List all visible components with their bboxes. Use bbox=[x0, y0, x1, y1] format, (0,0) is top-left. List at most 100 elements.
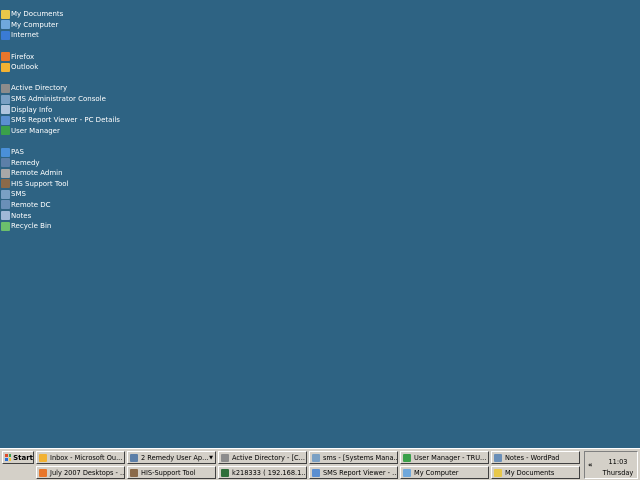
pas-icon bbox=[1, 147, 10, 157]
taskbar-button[interactable]: 2 Remedy User Ap... ▼ bbox=[127, 451, 216, 464]
desktop-icon-list: My Documents My Computer Internet Firefox Ou… bbox=[0, 9, 200, 231]
desktop-shortcut-label: SMS bbox=[11, 190, 26, 199]
my-documents-icon bbox=[494, 468, 502, 477]
group-dropdown-arrow-icon: ▼ bbox=[209, 454, 213, 461]
taskbar-button[interactable]: My Documents bbox=[491, 466, 580, 479]
desktop-shortcut[interactable]: Notes bbox=[0, 210, 200, 221]
desktop-shortcut[interactable]: Outlook bbox=[0, 62, 200, 73]
remedy-icon bbox=[1, 158, 10, 168]
desktop-shortcut-label: Internet bbox=[11, 31, 39, 40]
taskbar-button[interactable]: Inbox - Microsoft Ou... bbox=[36, 451, 125, 464]
desktop-shortcut[interactable]: PAS bbox=[0, 147, 200, 158]
desktop-shortcut[interactable]: Firefox bbox=[0, 51, 200, 62]
notes-icon bbox=[1, 211, 10, 221]
desktop-shortcut[interactable]: SMS Report Viewer - PC Details bbox=[0, 115, 200, 126]
desktop-shortcut-label: Remote Admin bbox=[11, 169, 63, 178]
desktop-shortcut[interactable]: Display Info bbox=[0, 104, 200, 115]
display-info-icon bbox=[1, 105, 10, 115]
desktop-shortcut[interactable]: My Computer bbox=[0, 20, 200, 31]
clock-time[interactable]: 11:03 bbox=[599, 458, 637, 466]
desktop-shortcut-label: Notes bbox=[11, 211, 32, 220]
desktop-shortcut[interactable]: Internet bbox=[0, 30, 200, 41]
desktop-shortcut-label: SMS Administrator Console bbox=[11, 95, 106, 104]
taskbar-button-label: 2 Remedy User Ap... bbox=[141, 453, 209, 462]
windows-logo-icon bbox=[5, 454, 12, 461]
user-manager-icon bbox=[403, 453, 411, 462]
remote-dc-icon bbox=[1, 200, 10, 210]
taskbar-button[interactable]: k218333 ( 192.168.1.... bbox=[218, 466, 307, 479]
user-manager-icon bbox=[1, 126, 10, 136]
system-tray: « 11:03 Thursday bbox=[584, 451, 638, 479]
taskbar-button[interactable]: My Computer bbox=[400, 466, 489, 479]
desktop-shortcut-label: HIS Support Tool bbox=[11, 179, 69, 188]
desktop-shortcut-label: Firefox bbox=[11, 52, 35, 61]
taskbar-button-label: sms - [Systems Mana... bbox=[323, 453, 398, 462]
taskbar-button[interactable]: sms - [Systems Mana... bbox=[309, 451, 398, 464]
taskbar-button[interactable]: SMS Report Viewer - ... bbox=[309, 466, 398, 479]
desktop-shortcut-label: Outlook bbox=[11, 63, 39, 72]
remedy-icon bbox=[130, 453, 138, 462]
outlook-icon bbox=[1, 62, 10, 72]
desktop-shortcut-label: Display Info bbox=[11, 105, 53, 114]
desktop-shortcut-label: SMS Report Viewer - PC Details bbox=[11, 116, 120, 125]
sms-console-icon bbox=[312, 453, 320, 462]
internet-explorer-icon bbox=[1, 30, 10, 40]
active-directory-icon bbox=[221, 453, 229, 462]
icon-spacer bbox=[0, 136, 200, 147]
sms-icon bbox=[1, 189, 10, 199]
icon-spacer bbox=[0, 41, 200, 52]
taskbar-button[interactable]: Active Directory - [C... bbox=[218, 451, 307, 464]
desktop-shortcut[interactable]: SMS bbox=[0, 189, 200, 200]
desktop-shortcut[interactable]: Remote Admin bbox=[0, 168, 200, 179]
desktop-shortcut[interactable]: Active Directory bbox=[0, 83, 200, 94]
taskbar-button-label: Notes - WordPad bbox=[505, 453, 560, 462]
remote-admin-icon bbox=[1, 168, 10, 178]
desktop-shortcut[interactable]: HIS Support Tool bbox=[0, 179, 200, 190]
desktop: My Documents My Computer Internet Firefox Ou… bbox=[0, 0, 640, 448]
support-tool-icon bbox=[1, 179, 10, 189]
icon-spacer bbox=[0, 73, 200, 84]
desktop-shortcut-label: My Computer bbox=[11, 20, 59, 29]
taskbar-button[interactable]: User Manager - TRU... bbox=[400, 451, 489, 464]
clock-day: Thursday bbox=[602, 469, 634, 477]
firefox-icon bbox=[1, 52, 10, 62]
desktop-shortcut-label: Remote DC bbox=[11, 200, 51, 209]
desktop-shortcut-label: Recycle Bin bbox=[11, 222, 52, 231]
taskbar-button-label: July 2007 Desktops - ... bbox=[50, 468, 125, 477]
firefox-icon bbox=[39, 468, 47, 477]
desktop-shortcut[interactable]: User Manager bbox=[0, 126, 200, 137]
my-computer-icon bbox=[1, 20, 10, 30]
taskbar-button[interactable]: Notes - WordPad bbox=[491, 451, 580, 464]
my-computer-icon bbox=[403, 468, 411, 477]
desktop-shortcut-label: PAS bbox=[11, 148, 25, 157]
taskbar-button[interactable]: July 2007 Desktops - ... bbox=[36, 466, 125, 479]
desktop-shortcut[interactable]: Remedy bbox=[0, 157, 200, 168]
sms-console-icon bbox=[1, 94, 10, 104]
outlook-icon bbox=[39, 453, 47, 462]
taskbar-button-label: k218333 ( 192.168.1.... bbox=[232, 468, 307, 477]
desktop-shortcut-label: User Manager bbox=[11, 126, 60, 135]
wordpad-icon bbox=[494, 453, 502, 462]
start-button[interactable]: Start bbox=[2, 451, 34, 464]
desktop-shortcut-label: Remedy bbox=[11, 158, 40, 167]
taskbar-button-label: My Documents bbox=[505, 468, 555, 477]
report-viewer-icon bbox=[312, 468, 320, 477]
taskbar-button-label: Inbox - Microsoft Ou... bbox=[50, 453, 123, 462]
taskbar-button-label: Active Directory - [C... bbox=[232, 453, 305, 462]
support-tool-icon bbox=[130, 468, 138, 477]
desktop-shortcut[interactable]: My Documents bbox=[0, 9, 200, 20]
taskbar-button-label: User Manager - TRU... bbox=[414, 453, 487, 462]
start-label: Start bbox=[13, 453, 33, 462]
recycle-bin-icon bbox=[1, 221, 10, 231]
my-documents-icon bbox=[1, 9, 10, 19]
desktop-shortcut[interactable]: Recycle Bin bbox=[0, 221, 200, 232]
desktop-shortcut-label: Active Directory bbox=[11, 84, 68, 93]
taskbar: Start Inbox - Microsoft Ou... 2 Remedy Us… bbox=[0, 448, 640, 480]
desktop-shortcut[interactable]: SMS Administrator Console bbox=[0, 94, 200, 105]
active-directory-icon bbox=[1, 83, 10, 93]
tray-expand-button[interactable]: « bbox=[588, 461, 593, 469]
remote-desktop-icon bbox=[221, 468, 229, 477]
desktop-shortcut-label: My Documents bbox=[11, 10, 64, 19]
desktop-shortcut[interactable]: Remote DC bbox=[0, 200, 200, 211]
taskbar-button[interactable]: HIS-Support Tool bbox=[127, 466, 216, 479]
